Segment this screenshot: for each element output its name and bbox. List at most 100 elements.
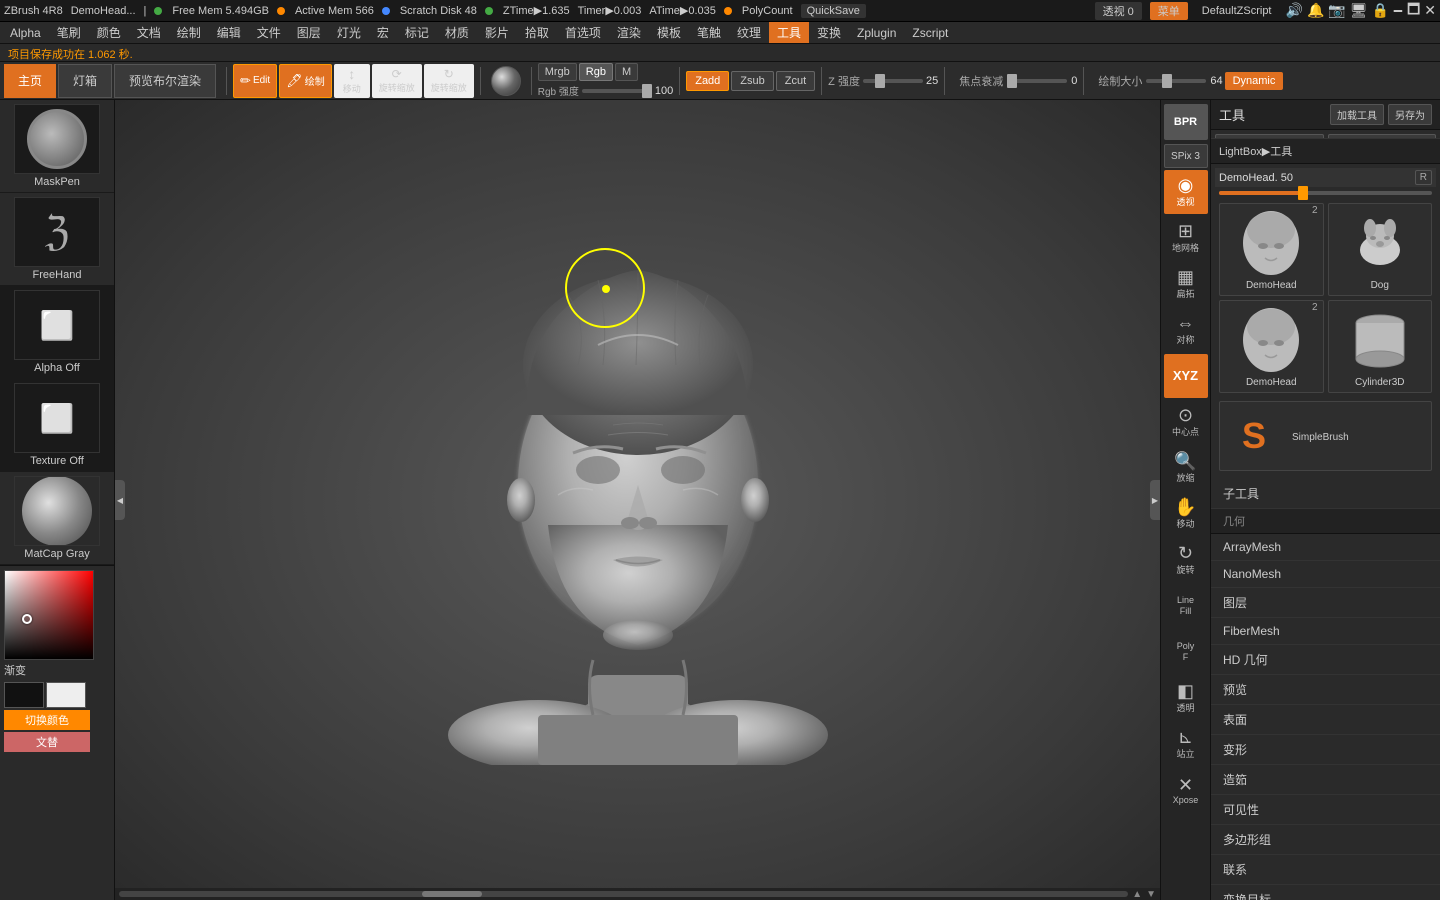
menu-movie[interactable]: 影片 bbox=[477, 22, 517, 43]
collapse-right-button[interactable]: ▶ bbox=[1150, 480, 1160, 520]
menu-stroke[interactable]: 笔触 bbox=[689, 22, 729, 43]
fibermesh-item[interactable]: FiberMesh bbox=[1211, 618, 1440, 645]
draw-button[interactable]: 🖊 绘制 bbox=[279, 64, 332, 98]
deformation-item[interactable]: 造筎 bbox=[1211, 765, 1440, 795]
lightbox-label[interactable]: LightBox▶工具 bbox=[1219, 143, 1292, 159]
scroll-arrow-left[interactable]: ▲ bbox=[1132, 889, 1142, 900]
default-script[interactable]: DefaultZScript bbox=[1196, 4, 1278, 18]
zadd-button[interactable]: Zadd bbox=[686, 71, 729, 91]
focal-slider[interactable] bbox=[1007, 79, 1067, 83]
save-as-button[interactable]: 另存为 bbox=[1388, 104, 1432, 125]
color-picker[interactable] bbox=[4, 570, 94, 660]
m-button[interactable]: M bbox=[615, 63, 638, 81]
menu-layer[interactable]: 图层 bbox=[289, 22, 329, 43]
menu-zplugin[interactable]: Zplugin bbox=[849, 24, 904, 42]
rt-polyf[interactable]: PolyF bbox=[1164, 630, 1208, 674]
text-r-button[interactable]: 文替 bbox=[4, 732, 90, 752]
menu-tool[interactable]: 工具 bbox=[769, 22, 809, 43]
menu-zscript[interactable]: Zscript bbox=[904, 24, 956, 42]
mesh-dog[interactable]: Dog bbox=[1328, 203, 1433, 296]
switch-color-button[interactable]: 切换颜色 bbox=[4, 710, 90, 730]
mesh-demohead[interactable]: DemoHead bbox=[1219, 203, 1324, 296]
quicksave[interactable]: QuickSave bbox=[801, 4, 866, 18]
menu-edit[interactable]: 编辑 bbox=[209, 22, 249, 43]
menu-file[interactable]: 文件 bbox=[249, 22, 289, 43]
menu-material[interactable]: 材质 bbox=[437, 22, 477, 43]
material-sphere[interactable] bbox=[491, 66, 521, 96]
connect-item[interactable]: 联系 bbox=[1211, 855, 1440, 885]
rt-transparent[interactable]: ◧ 透明 bbox=[1164, 676, 1208, 720]
preview-item[interactable]: 预览 bbox=[1211, 675, 1440, 705]
brush-maskpen[interactable]: MaskPen bbox=[0, 100, 114, 193]
rt-xyz[interactable]: XYZ bbox=[1164, 354, 1208, 398]
window-controls[interactable]: 🔊 🔔 📷 🖥 🔒 🗕 🗖 ✕ bbox=[1286, 0, 1437, 23]
menu-transform[interactable]: 变换 bbox=[809, 22, 849, 43]
rt-rotate[interactable]: ↻ 旋转 bbox=[1164, 538, 1208, 582]
rgb-strength-slider[interactable] bbox=[582, 89, 652, 93]
draw-size-slider[interactable] bbox=[1146, 79, 1206, 83]
rt-center[interactable]: ⊙ 中心点 bbox=[1164, 400, 1208, 444]
mrgb-button[interactable]: Mrgb bbox=[538, 63, 577, 81]
mesh-simplebrush[interactable]: S SimpleBrush bbox=[1219, 401, 1432, 471]
menu-light[interactable]: 灯光 bbox=[329, 22, 369, 43]
edit-button[interactable]: ✏ Edit bbox=[233, 64, 277, 98]
menu-prefs[interactable]: 首选项 bbox=[557, 22, 609, 43]
hd-geometry-item[interactable]: HD 几何 bbox=[1211, 645, 1440, 675]
mesh-cylinder[interactable]: Cylinder3D bbox=[1328, 300, 1433, 393]
zsub-button[interactable]: Zsub bbox=[731, 71, 773, 91]
rt-grid[interactable]: ⊞ 地网格 bbox=[1164, 216, 1208, 260]
dynamic-button[interactable]: Dynamic bbox=[1225, 72, 1284, 90]
swatch-white[interactable] bbox=[46, 682, 86, 708]
menu-macro[interactable]: 宏 bbox=[369, 22, 397, 43]
rgb-button[interactable]: Rgb bbox=[579, 63, 613, 81]
bpr-button[interactable]: BPR bbox=[1164, 104, 1208, 140]
demohead-slider-thumb[interactable] bbox=[1298, 186, 1308, 200]
rt-move[interactable]: ✋ 移动 bbox=[1164, 492, 1208, 536]
subtool-item[interactable]: 子工具 bbox=[1211, 479, 1440, 509]
demohead-r-button[interactable]: R bbox=[1415, 170, 1432, 185]
scrollbar-thumb[interactable] bbox=[422, 891, 482, 897]
menu-doc[interactable]: 文档 bbox=[129, 22, 169, 43]
bottom-scrollbar[interactable]: ▲ ▼ bbox=[115, 888, 1160, 900]
nav-preview[interactable]: 预览布尔渲染 bbox=[114, 64, 216, 98]
polygon-group-item[interactable]: 多边形组 bbox=[1211, 825, 1440, 855]
demohead-slider[interactable] bbox=[1215, 191, 1436, 199]
menu-marker[interactable]: 标记 bbox=[397, 22, 437, 43]
rt-xpose[interactable]: ✕ Xpose bbox=[1164, 768, 1208, 812]
menu-button[interactable]: 菜单 bbox=[1150, 2, 1188, 20]
menu-template[interactable]: 模板 bbox=[649, 22, 689, 43]
nav-home[interactable]: 主页 bbox=[4, 64, 56, 98]
visibility-item[interactable]: 可见性 bbox=[1211, 795, 1440, 825]
nav-lightbox[interactable]: 灯箱 bbox=[58, 64, 112, 98]
menu-pick[interactable]: 拾取 bbox=[517, 22, 557, 43]
brush-freehand[interactable]: ℨ FreeHand bbox=[0, 193, 114, 286]
menu-texture[interactable]: 纹理 bbox=[729, 22, 769, 43]
collapse-left-button[interactable]: ◀ bbox=[115, 480, 125, 520]
z-strength-slider[interactable] bbox=[863, 79, 923, 83]
move-button[interactable]: ↕ 移动 bbox=[334, 64, 370, 98]
menu-brush[interactable]: 笔刷 bbox=[49, 22, 89, 43]
layers-item[interactable]: 图层 bbox=[1211, 588, 1440, 618]
spix-button[interactable]: SPix 3 bbox=[1164, 144, 1208, 168]
geometry-section[interactable]: 几何 bbox=[1211, 509, 1440, 534]
matcap-gray[interactable]: MatCap Gray bbox=[0, 472, 114, 565]
rt-linefill[interactable]: LineFill bbox=[1164, 584, 1208, 628]
menu-color[interactable]: 颜色 bbox=[89, 22, 129, 43]
texture-off[interactable]: ⬜ Texture Off bbox=[0, 379, 114, 472]
surface-item[interactable]: 表面 bbox=[1211, 705, 1440, 735]
alpha-off[interactable]: ⬜ Alpha Off bbox=[0, 286, 114, 379]
mesh-demohead2[interactable]: DemoHead bbox=[1219, 300, 1324, 393]
rotate-button[interactable]: ↻ 旋转缩放 bbox=[424, 64, 474, 98]
menu-render[interactable]: 渲染 bbox=[609, 22, 649, 43]
menu-alpha[interactable]: Alpha bbox=[2, 24, 49, 42]
viewport[interactable]: ◀ ▶ ▲ ▼ bbox=[115, 100, 1160, 900]
transform-target-item[interactable]: 变换目标 bbox=[1211, 885, 1440, 900]
array-mesh-item[interactable]: ArrayMesh bbox=[1211, 534, 1440, 561]
rt-stand[interactable]: ⊾ 站立 bbox=[1164, 722, 1208, 766]
menu-draw[interactable]: 绘制 bbox=[169, 22, 209, 43]
zcut-button[interactable]: Zcut bbox=[776, 71, 815, 91]
load-tool-button[interactable]: 加载工具 bbox=[1330, 104, 1384, 125]
nano-mesh-item[interactable]: NanoMesh bbox=[1211, 561, 1440, 588]
rt-perspective[interactable]: ◉ 透视 bbox=[1164, 170, 1208, 214]
swatch-black[interactable] bbox=[4, 682, 44, 708]
